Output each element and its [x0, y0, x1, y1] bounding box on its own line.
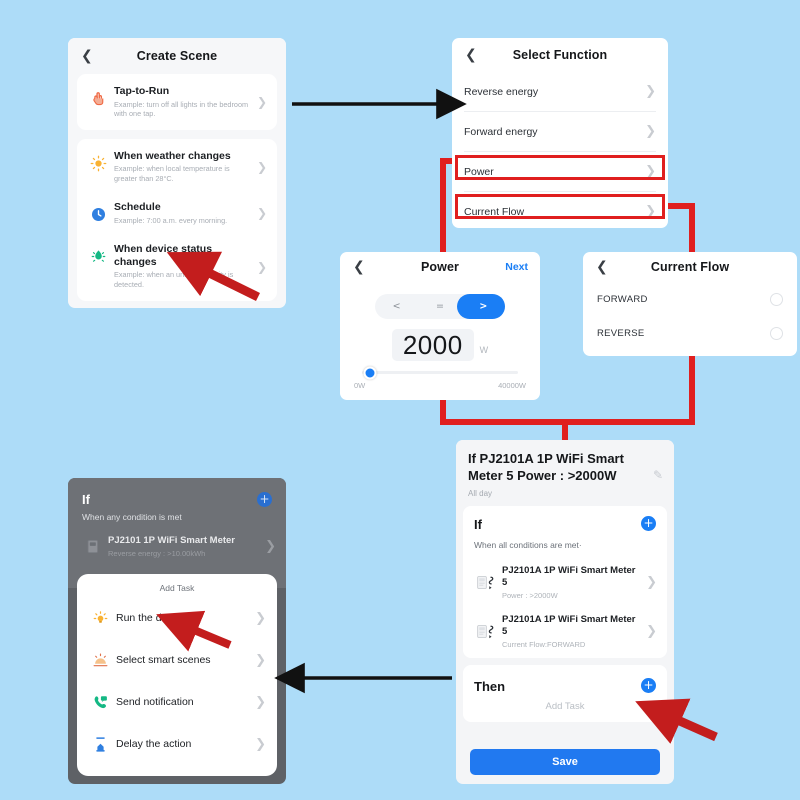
comparator-greater-than[interactable]: >: [462, 301, 505, 312]
comparator-equal[interactable]: =: [418, 301, 461, 312]
callout-when-device-status-changes: [166, 251, 260, 302]
callout-then-add-button: [635, 698, 718, 744]
arrow-overlay: [156, 88, 718, 744]
callout-run-the-device: [156, 610, 232, 652]
comparator-less-than[interactable]: <: [375, 301, 418, 312]
diagram-canvas: ❮ Create Scene Tap-to-Run Example: turn …: [0, 0, 800, 800]
